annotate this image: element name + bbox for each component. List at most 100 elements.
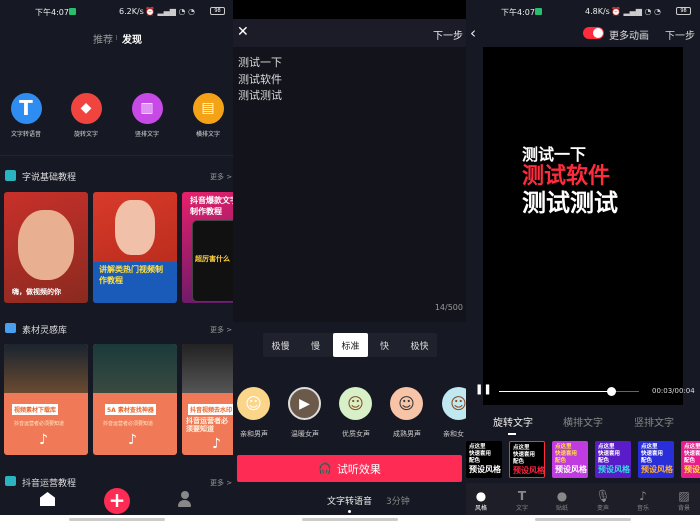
tiktok-logo-icon: ♪ xyxy=(212,436,221,452)
style-tile[interactable]: 点这里快速套用配色预设风格 xyxy=(638,441,674,478)
tab-horizontal-text[interactable]: 横排文字 xyxy=(563,414,603,429)
preview-line-2: 测试软件 xyxy=(522,164,611,190)
card-caption: 视频素材下载库 xyxy=(12,404,59,415)
voice-avatar[interactable]: ☺ xyxy=(390,387,423,420)
nav-background[interactable]: ▨ 背景 xyxy=(669,489,699,512)
playback-time: 00:03/00:04 xyxy=(652,387,695,395)
voice-avatar[interactable]: ☺ xyxy=(339,387,372,420)
tool-horizontal-text[interactable]: ▤ 横排文字 xyxy=(186,93,230,138)
tab-3-minutes[interactable]: 3分钟 xyxy=(386,494,410,507)
nav-text[interactable]: T 文字 xyxy=(507,489,537,512)
material-card[interactable]: 视频素材下载库 抖音运营者必须要知道 ♪ xyxy=(4,344,88,455)
section-title: 素材灵感库 xyxy=(22,326,68,336)
tile-text: 配色 xyxy=(684,458,696,464)
card-caption: 抖音视频去水印 xyxy=(188,404,233,415)
memoji-thumbnail xyxy=(115,200,155,255)
tab-text-to-speech[interactable]: 文字转语音 xyxy=(327,494,372,507)
tool-label: 文字转语音 xyxy=(10,131,41,138)
voice-avatar[interactable]: ☺ xyxy=(237,387,270,420)
material-card[interactable]: 抖音视频去水印 抖音运营者必须要知道 ♪ xyxy=(182,344,233,455)
tutorial-card[interactable]: 抖音爆款文字制作教程 超厉害什么 xyxy=(182,192,233,303)
text-t-icon: T xyxy=(10,93,42,124)
text-to-speech-screen: ✕ 下一步 测试一下 测试软件 测试测试 14/500 极慢 慢 标准 快 极快… xyxy=(233,0,466,525)
text-input[interactable]: 测试一下 测试软件 测试测试 14/500 xyxy=(233,47,466,322)
style-tile[interactable]: 点这里快速套用配色预设风格 xyxy=(466,441,502,478)
tile-text: 点这里 xyxy=(598,444,615,450)
tile-text: 快速套用 xyxy=(469,451,492,457)
tutorial-card[interactable]: 讲解类热门视频制作教程 xyxy=(93,192,177,303)
card-subcaption: 抖音运营者必须要知道 xyxy=(186,417,228,433)
tab-discover[interactable]: 发现 xyxy=(122,31,142,46)
library-section-icon xyxy=(5,323,16,333)
tool-vertical-text[interactable]: ▥ 竖排文字 xyxy=(125,93,169,138)
status-time: 下午4:07 xyxy=(501,8,535,17)
style-tile[interactable]: 点这里快速套用配色预设风格 xyxy=(681,441,700,478)
video-preview[interactable]: 测试一下 测试软件 测试测试 ❚❚ 00:03/00:04 xyxy=(475,47,695,405)
next-button[interactable]: 下一步 xyxy=(433,27,463,42)
more-link[interactable]: 更多 > xyxy=(210,325,232,335)
tile-text: 配色 xyxy=(641,458,653,464)
slider-thumb[interactable] xyxy=(607,387,616,396)
speed-slow[interactable]: 慢 xyxy=(298,333,333,357)
close-icon[interactable]: ✕ xyxy=(237,24,249,40)
tutorial-card[interactable]: 嗨，做视频的你 xyxy=(4,192,88,303)
nav-sticker[interactable]: ● 贴纸 xyxy=(547,489,577,512)
tile-text: 快速套用 xyxy=(513,452,536,458)
card-caption: 5A 素材查找神器 xyxy=(105,404,156,415)
nav-style[interactable]: ● 风格 xyxy=(466,489,496,512)
speed-selector: 极慢 慢 标准 快 极快 xyxy=(263,333,437,357)
tab-vertical-text[interactable]: 竖排文字 xyxy=(634,414,674,429)
microphone-icon: 🎙 xyxy=(595,489,611,503)
card-subcaption: 超厉害什么 xyxy=(195,255,230,263)
back-icon[interactable]: ‹ xyxy=(470,24,476,42)
signal-wifi-icons: ⏰ ▂▄▆ ◔ ◔ xyxy=(145,7,196,16)
signal-wifi-icons: ⏰ ▂▄▆ ◔ ◔ xyxy=(611,7,662,16)
pause-icon[interactable]: ❚❚ xyxy=(475,384,492,395)
card-caption: 嗨，做视频的你 xyxy=(12,288,61,296)
nav-music[interactable]: ♪ 音乐 xyxy=(628,489,658,512)
speed-standard[interactable]: 标准 xyxy=(333,333,368,357)
background-icon: ▨ xyxy=(678,489,690,503)
add-icon[interactable]: + xyxy=(104,488,130,514)
home-indicator[interactable] xyxy=(68,518,165,521)
voice-label: 温暖女声 xyxy=(291,430,319,438)
char-counter: 14/500 xyxy=(434,303,463,312)
tool-label: 旋转文字 xyxy=(73,131,98,138)
home-indicator[interactable] xyxy=(535,518,631,521)
style-tile-selected[interactable]: 点这里 快速套用 配色 预设风格 xyxy=(509,441,545,478)
next-button[interactable]: 下一步 xyxy=(665,27,695,42)
nav-voice-change[interactable]: 🎙 变声 xyxy=(588,489,618,512)
voice-avatar-playing[interactable]: ▶ xyxy=(288,387,321,420)
play-icon: ▶ xyxy=(299,395,310,412)
style-tile[interactable]: 点这里快速套用配色预设风格 xyxy=(552,441,588,478)
home-icon[interactable] xyxy=(40,492,55,506)
speed-very-slow[interactable]: 极慢 xyxy=(263,333,298,357)
tile-text: 预设风格 xyxy=(684,465,700,474)
home-indicator[interactable] xyxy=(301,518,398,521)
header: ✕ 下一步 xyxy=(233,19,466,47)
battery-icon: 98 xyxy=(676,7,691,15)
more-animation-toggle[interactable] xyxy=(583,27,604,39)
tab-recommend[interactable]: 推荐 xyxy=(93,31,113,46)
tool-text-to-speech[interactable]: T 文字转语音 xyxy=(4,93,48,138)
card-subcaption: 抖音运营者必须要知道 xyxy=(103,421,154,427)
card-caption: 抖音爆款文字制作教程 xyxy=(190,196,233,216)
speed-very-fast[interactable]: 极快 xyxy=(402,333,437,357)
tiktok-logo-icon: ♪ xyxy=(39,432,48,448)
style-tile[interactable]: 点这里快速套用配色预设风格 xyxy=(595,441,631,478)
tab-rotate-text[interactable]: 旋转文字 xyxy=(493,414,533,429)
more-link[interactable]: 更多 > xyxy=(210,172,232,182)
profile-icon[interactable] xyxy=(178,491,191,508)
preview-button[interactable]: 🎧 试听效果 xyxy=(237,455,462,482)
rotate-text-icon: ◆ xyxy=(70,93,102,124)
card-caption: 讲解类热门视频制作教程 xyxy=(99,265,163,285)
playback-slider[interactable] xyxy=(499,387,639,396)
material-card[interactable]: 5A 素材查找神器 抖音运营者必须要知道 ♪ xyxy=(93,344,177,455)
voice-label: 亲和女 xyxy=(443,430,464,438)
more-link[interactable]: 更多 > xyxy=(210,478,232,488)
tool-rotate-text[interactable]: ◆ 旋转文字 xyxy=(64,93,108,138)
operations-section-icon xyxy=(5,476,16,486)
speed-fast[interactable]: 快 xyxy=(367,333,402,357)
tile-text: 配色 xyxy=(555,458,567,464)
sticker-icon: ● xyxy=(556,489,568,503)
